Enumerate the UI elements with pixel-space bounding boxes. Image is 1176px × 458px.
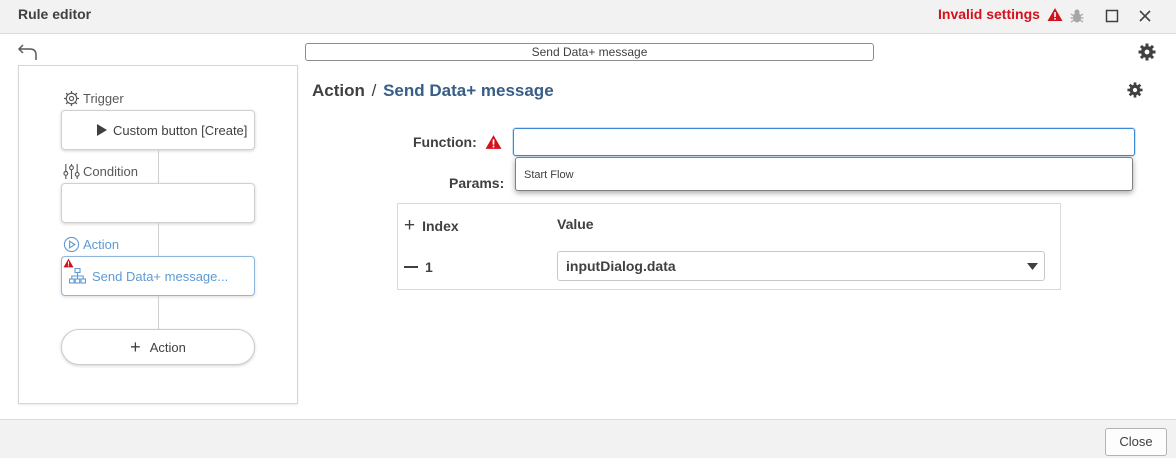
params-table: + Index Value 1 inputDialog.data: [397, 203, 1061, 290]
play-circle-icon: [63, 236, 80, 253]
trigger-label: Trigger: [63, 90, 124, 107]
param-value-select[interactable]: inputDialog.data: [557, 251, 1045, 281]
warning-icon: [1047, 7, 1063, 21]
window-title: Rule editor: [18, 6, 92, 22]
gear-outline-icon: [63, 90, 80, 107]
add-action-button[interactable]: + Action: [61, 329, 255, 365]
footer: [0, 419, 1176, 458]
function-dropdown: Start Flow: [515, 157, 1133, 191]
row-index: 1: [425, 259, 433, 275]
index-header: Index: [422, 217, 459, 234]
bug-icon[interactable]: [1066, 5, 1088, 27]
value-header: Value: [557, 216, 594, 232]
condition-label: Condition: [63, 163, 138, 180]
function-label: Function:: [413, 134, 477, 150]
connector-line: [158, 223, 159, 256]
sliders-icon: [63, 163, 80, 180]
action-label: Action: [63, 236, 119, 253]
close-button[interactable]: Close: [1105, 428, 1167, 456]
plus-icon: +: [130, 337, 141, 357]
maximize-icon[interactable]: [1101, 5, 1123, 27]
dropdown-option-start-flow[interactable]: Start Flow: [524, 169, 574, 181]
breadcrumb-separator: /: [371, 81, 377, 100]
trigger-box[interactable]: Custom button [Create]: [61, 110, 255, 150]
action-box[interactable]: Send Data+ message...: [61, 256, 255, 296]
gear-icon[interactable]: [1127, 82, 1143, 98]
connector-line: [158, 296, 159, 329]
breadcrumb: Action / Send Data+ message: [312, 81, 554, 101]
flow-panel: Trigger Custom button [Create] Condition…: [18, 65, 298, 404]
add-param-header[interactable]: + Index: [404, 216, 459, 235]
title-bar: Rule editor Invalid settings: [0, 0, 1176, 34]
caret-down-icon: [1027, 263, 1038, 270]
param-value: inputDialog.data: [566, 258, 676, 274]
breadcrumb-root[interactable]: Action: [312, 81, 365, 100]
warning-icon: [485, 134, 502, 155]
plus-icon: +: [404, 215, 416, 236]
gear-icon[interactable]: [1138, 43, 1156, 61]
play-icon: [97, 124, 107, 136]
minus-icon[interactable]: [404, 266, 418, 268]
table-row: 1: [404, 259, 433, 275]
warning-icon: [63, 258, 74, 268]
invalid-settings-status[interactable]: Invalid settings: [938, 6, 1063, 22]
function-input[interactable]: [513, 128, 1135, 156]
connector-line: [158, 150, 159, 183]
condition-box[interactable]: [61, 183, 255, 223]
breadcrumb-current: Send Data+ message: [383, 81, 554, 100]
network-icon: [69, 268, 86, 284]
undo-icon[interactable]: [16, 42, 40, 62]
close-icon[interactable]: [1134, 5, 1156, 27]
rule-name-field[interactable]: Send Data+ message: [305, 43, 874, 61]
invalid-settings-text: Invalid settings: [938, 6, 1040, 22]
params-label: Params:: [449, 175, 505, 191]
